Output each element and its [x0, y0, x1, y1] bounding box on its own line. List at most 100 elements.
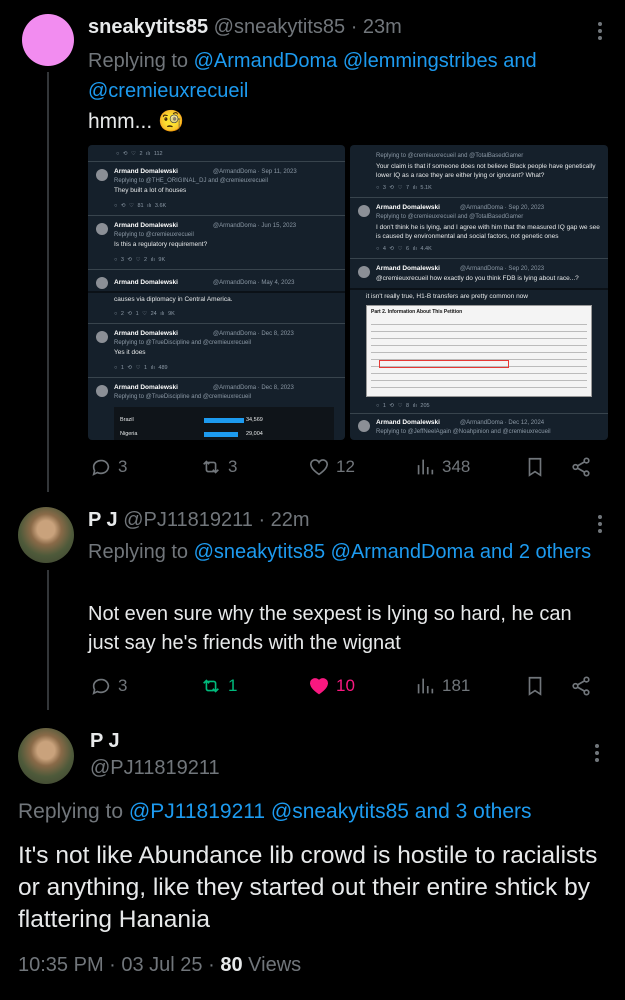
reply-icon	[92, 678, 110, 695]
shot-actions: ○ 2 ⟲ 1 ♡ 24 ılı 9K	[114, 311, 175, 317]
share-button[interactable]	[570, 456, 592, 478]
like-button[interactable]: 12	[308, 456, 355, 478]
replying-prefix: Replying to	[18, 800, 124, 823]
like-count: 12	[336, 457, 355, 476]
shot-meta: @ArmandDoma · Dec 12, 2024	[460, 420, 545, 426]
bookmark-icon	[528, 457, 542, 477]
shot-text: Your claim is that if someone does not b…	[376, 163, 596, 179]
shot-meta: @ArmandDoma · May 4, 2023	[213, 280, 295, 286]
repost-count: 1	[228, 676, 238, 695]
shot-meta: @ArmandDoma · Sep 20, 2023	[460, 205, 545, 211]
display-name[interactable]: P J	[88, 509, 118, 531]
bookmark-icon	[528, 676, 542, 696]
doc-lines	[371, 318, 587, 392]
bookmark-button[interactable]	[524, 675, 546, 697]
handle[interactable]: @sneakytits85	[214, 16, 345, 38]
shot-name: Armand Domalewski	[376, 204, 440, 211]
embedded-image-right[interactable]: Replying to @cremieuxrecueil and @TotalB…	[350, 145, 608, 440]
table-bar	[204, 432, 238, 437]
views-icon	[417, 459, 434, 475]
shot-text: Yes it does	[114, 349, 146, 356]
shot-name: Armand Domalewski	[376, 419, 440, 426]
shot-divider	[88, 291, 345, 293]
shot-divider	[88, 377, 345, 378]
shot-avatar	[96, 223, 108, 235]
shot-name: Armand Domalewski	[114, 279, 178, 286]
timestamp[interactable]: · 22m	[258, 509, 309, 531]
repost-icon	[203, 679, 219, 693]
handle[interactable]: @PJ11819211	[90, 757, 220, 780]
heart-icon	[309, 459, 329, 476]
share-icon	[572, 676, 590, 696]
bookmark-button[interactable]	[524, 456, 546, 478]
tweet-text: hmm... 🧐	[88, 110, 185, 133]
timestamp[interactable]: · 23m	[351, 16, 402, 38]
tweet-timestamp[interactable]: 10:35 PM · 03 Jul 25 ·	[18, 954, 215, 976]
embedded-image-left[interactable]: ○ ⟲ ♡ 2 ılı 112 Armand Domalewski @Arman…	[88, 145, 345, 440]
repost-icon	[203, 460, 219, 474]
shot-meta: @ArmandDoma · Dec 8, 2023	[213, 331, 294, 337]
repost-button[interactable]: 3	[200, 456, 237, 478]
shot-name: Armand Domalewski	[114, 222, 178, 229]
more-options-icon[interactable]	[598, 22, 602, 40]
share-icon	[572, 457, 590, 477]
shot-actions: ○ ⟲ ♡ 2 ılı 112	[116, 151, 163, 157]
shot-meta: @ArmandDoma · Dec 8, 2023	[213, 385, 294, 391]
thread-line	[47, 72, 49, 492]
shot-name: Armand Domalewski	[376, 265, 440, 272]
views-button[interactable]: 348	[414, 456, 470, 478]
handle[interactable]: @PJ11819211	[123, 509, 253, 531]
repost-button[interactable]: 1	[200, 675, 237, 697]
shot-actions: ○ 3 ⟲ ♡ 7 ılı 5.1K	[376, 185, 432, 191]
replying-to: Replying to @ArmandDoma @lemmingstribes …	[88, 46, 608, 106]
form-document-image: Part 2. Information About This Petition	[366, 305, 592, 397]
views-icon	[417, 678, 434, 694]
avatar[interactable]	[18, 507, 74, 563]
tweet-meta: 10:35 PM · 03 Jul 25 · 80 Views	[18, 954, 301, 977]
thread-line	[47, 570, 49, 710]
shot-replying: Replying to @JeffNeelAgain @Noahpinion a…	[376, 429, 551, 435]
shot-actions: ○ ⟲ ♡ 81 ılı 3.6K	[114, 203, 167, 209]
tweet-text: Not even sure why the sexpest is lying s…	[88, 603, 572, 654]
shot-replying: Replying to @cremieuxrecueil and @TotalB…	[376, 214, 524, 220]
views-label: Views	[248, 954, 302, 976]
table-bar	[204, 418, 244, 423]
shot-avatar	[358, 420, 370, 432]
replying-prefix: Replying to	[88, 541, 189, 563]
replying-users-link[interactable]: @sneakytits85 @ArmandDoma and 2 others	[194, 541, 591, 563]
doc-highlight-box	[379, 360, 509, 368]
avatar[interactable]	[18, 728, 74, 784]
avatar[interactable]	[22, 14, 74, 66]
display-name[interactable]: sneakytits85	[88, 16, 208, 38]
replying-users-link[interactable]: @PJ11819211 @sneakytits85 and 3 others	[129, 800, 532, 823]
shot-divider	[350, 288, 608, 290]
shot-divider	[88, 161, 345, 162]
doc-caption: it isn't really true, H1-B transfers are…	[366, 293, 528, 300]
more-options-icon[interactable]	[595, 744, 599, 762]
shot-actions: ○ 1 ⟲ ♡ 1 ılı 489	[114, 365, 168, 371]
like-button[interactable]: 10	[308, 675, 355, 697]
views-button[interactable]: 181	[414, 675, 470, 697]
reply-icon	[92, 459, 110, 476]
shot-meta: @ArmandDoma · Sep 20, 2023	[460, 266, 545, 272]
more-options-icon[interactable]	[598, 515, 602, 533]
shot-avatar	[96, 277, 108, 289]
shot-avatar	[96, 169, 108, 181]
views-count: 181	[442, 676, 471, 695]
shot-text: causes via diplomacy in Central America.	[114, 296, 233, 303]
shot-avatar	[358, 205, 370, 217]
shot-name: Armand Domalewski	[114, 168, 178, 175]
shot-table: Brazil 34,569 Nigeria 29,004	[114, 407, 334, 440]
shot-avatar	[358, 266, 370, 278]
reply-button[interactable]: 3	[90, 456, 127, 478]
shot-divider	[88, 215, 345, 216]
tweet-text: It's not like Abundance lib crowd is hos…	[18, 842, 598, 933]
shot-text: I don't think he is lying, and I agree w…	[376, 224, 600, 240]
share-button[interactable]	[570, 675, 592, 697]
display-name[interactable]: P J	[90, 730, 120, 753]
replying-to: Replying to @sneakytits85 @ArmandDoma an…	[88, 538, 608, 567]
shot-actions: ○ 4 ⟲ ♡ 6 ılı 4.4K	[376, 246, 432, 252]
reply-count: 3	[118, 457, 128, 476]
shot-divider	[350, 258, 608, 259]
reply-button[interactable]: 3	[90, 675, 127, 697]
